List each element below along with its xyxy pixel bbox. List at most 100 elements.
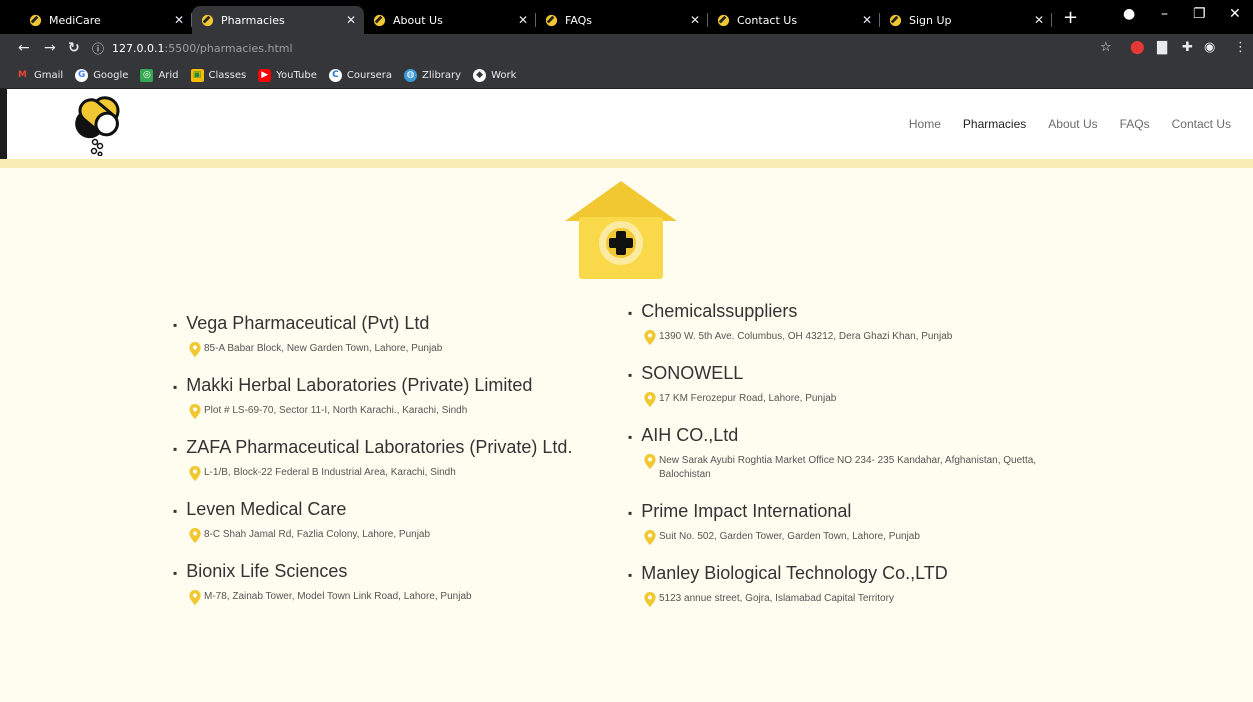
work-icon: ◆ <box>473 68 487 82</box>
nav-home[interactable]: Home <box>909 117 941 131</box>
back-icon[interactable]: ← <box>18 39 30 57</box>
menu-kebab-icon[interactable]: ⋮ <box>1234 40 1247 55</box>
nav-pharmacies[interactable]: Pharmacies <box>963 117 1026 131</box>
bookmark-arid[interactable]: ◎ Arid <box>140 68 179 82</box>
tab-close-icon[interactable]: ✕ <box>1034 13 1044 27</box>
profile-avatar-icon[interactable]: ◉ <box>1204 40 1215 55</box>
location-pin-icon <box>644 392 656 407</box>
pharmacy-address: 17 KM Ferozepur Road, Lahore, Punjab <box>659 393 837 404</box>
pharmacy-name: Chemicalssuppliers <box>641 301 798 321</box>
profile-dot-icon[interactable]: ● <box>1123 6 1135 22</box>
tab-close-icon[interactable]: ✕ <box>862 13 872 27</box>
pharmacy-address: New Sarak Ayubi Roghtia Market Office NO… <box>659 455 1037 480</box>
gmail-icon: M <box>18 70 27 80</box>
tab-label: FAQs <box>565 13 593 27</box>
bookmark-star-icon[interactable]: ☆ <box>1100 40 1112 55</box>
location-pin-icon <box>189 590 201 605</box>
list-item: ▪ SONOWELL 17 KM Ferozepur Road, Lahore, … <box>628 362 1108 424</box>
pharmacy-address: L-1/B, Block-22 Federal B Industrial Are… <box>204 467 456 478</box>
bookmark-label: Zlibrary <box>422 69 462 81</box>
list-item: ▪ Makki Herbal Laboratories (Private) Lim… <box>173 374 653 436</box>
minimize-icon[interactable]: – <box>1161 6 1168 22</box>
tab-contact-us[interactable]: Contact Us ✕ <box>708 6 880 34</box>
window-close-icon[interactable]: ✕ <box>1229 6 1241 22</box>
medicare-favicon-icon <box>716 13 730 27</box>
tab-close-icon[interactable]: ✕ <box>690 13 700 27</box>
pharmacy-name: Bionix Life Sciences <box>186 561 348 581</box>
tab-faqs[interactable]: FAQs ✕ <box>536 6 708 34</box>
list-item: ▪ Prime Impact International Suit No. 502… <box>628 500 1108 562</box>
list-item: ▪ Manley Biological Technology Co.,LTD 51… <box>628 562 1108 624</box>
tab-label: About Us <box>393 13 443 27</box>
location-pin-icon <box>189 404 201 419</box>
tab-close-icon[interactable]: ✕ <box>174 13 184 27</box>
zlibrary-icon: ◍ <box>404 68 418 82</box>
pharmacy-list-right: ▪ Chemicalssuppliers 1390 W. 5th Ave. Col… <box>628 300 1108 624</box>
arid-icon: ◎ <box>140 68 154 82</box>
list-item: ▪ ZAFA Pharmaceutical Laboratories (Priva… <box>173 436 653 498</box>
pharmacy-name: AIH CO.,Ltd <box>641 425 739 445</box>
pharmacy-name: Manley Biological Technology Co.,LTD <box>641 563 948 583</box>
medicare-logo-icon[interactable] <box>67 90 129 156</box>
tab-pharmacies[interactable]: Pharmacies ✕ <box>192 6 364 34</box>
nav-faqs[interactable]: FAQs <box>1120 117 1150 131</box>
address-bar[interactable]: ⓘ 127.0.0.1 :5500/pharmacies.html <box>92 37 1092 59</box>
new-tab-plus-icon[interactable]: + <box>1063 9 1078 27</box>
tab-sign-up[interactable]: Sign Up ✕ <box>880 6 1052 34</box>
bookmark-google[interactable]: G Google <box>75 68 128 82</box>
classroom-icon: ▣ <box>190 68 204 82</box>
forward-icon[interactable]: → <box>44 39 56 57</box>
tab-close-icon[interactable]: ✕ <box>518 13 528 27</box>
tab-label: Sign Up <box>909 13 952 27</box>
pharmacy-name: ZAFA Pharmaceutical Laboratories (Privat… <box>186 437 573 457</box>
pharmacy-address: M-78, Zainab Tower, Model Town Link Road… <box>204 591 472 602</box>
pharmacy-address: Suit No. 502, Garden Tower, Garden Town,… <box>659 531 920 542</box>
location-pin-icon <box>644 330 656 345</box>
coursera-icon: C <box>328 68 342 82</box>
nav-about-us[interactable]: About Us <box>1048 117 1097 131</box>
site-header: Home Pharmacies About Us FAQs Contact Us <box>0 89 1253 159</box>
google-icon: G <box>75 68 89 82</box>
youtube-icon: ▶ <box>258 68 272 82</box>
site-info-icon[interactable]: ⓘ <box>92 40 104 57</box>
medicare-favicon-icon <box>28 13 42 27</box>
restore-icon[interactable]: ❐ <box>1193 6 1206 22</box>
bookmark-coursera[interactable]: C Coursera <box>328 68 393 82</box>
bookmark-label: Work <box>491 69 517 81</box>
bookmark-youtube[interactable]: ▶ YouTube <box>258 68 317 82</box>
location-pin-icon <box>644 592 656 607</box>
pharmacy-address: 1390 W. 5th Ave. Columbus, OH 43212, Der… <box>659 331 953 342</box>
tab-medicare[interactable]: MediCare ✕ <box>20 6 192 34</box>
list-item: ▪ Bionix Life Sciences M-78, Zainab Tower… <box>173 560 653 622</box>
location-pin-icon <box>644 454 656 469</box>
reload-icon[interactable]: ↻ <box>68 39 80 57</box>
pharmacy-address: 8-C Shah Jamal Rd, Fazlia Colony, Lahore… <box>204 529 431 540</box>
bookmark-classes[interactable]: ▣ Classes <box>190 68 247 82</box>
url-path: :5500/pharmacies.html <box>164 41 293 55</box>
location-pin-icon <box>189 528 201 543</box>
bookmark-label: Classes <box>208 69 247 81</box>
tab-label: Contact Us <box>737 13 798 27</box>
tab-label: Pharmacies <box>221 13 285 27</box>
tab-about-us[interactable]: About Us ✕ <box>364 6 536 34</box>
tab-close-icon[interactable]: ✕ <box>346 13 356 27</box>
header-accent-band <box>0 159 1253 168</box>
bookmark-label: Arid <box>158 69 179 81</box>
list-item: ▪ Vega Pharmaceutical (Pvt) Ltd 85-A Baba… <box>173 312 653 374</box>
medicare-favicon-icon <box>888 13 902 27</box>
bookmark-zlibrary[interactable]: ◍ Zlibrary <box>404 68 462 82</box>
bookmark-gmail[interactable]: M Gmail <box>16 69 63 82</box>
bookmark-work[interactable]: ◆ Work <box>473 68 517 82</box>
extension-adblock-icon[interactable]: ⬤ <box>1130 40 1145 55</box>
extension-doc-icon[interactable]: ▇ <box>1157 40 1167 55</box>
extensions-puzzle-icon[interactable]: ✚ <box>1182 40 1193 55</box>
nav-contact-us[interactable]: Contact Us <box>1172 117 1231 131</box>
medicare-favicon-icon <box>544 13 558 27</box>
pharmacy-name: SONOWELL <box>641 363 744 383</box>
medicare-favicon-icon <box>372 13 386 27</box>
main-nav: Home Pharmacies About Us FAQs Contact Us <box>909 89 1253 159</box>
bookmarks-bar: M Gmail G Google ◎ Arid ▣ Classes ▶ YouT… <box>0 62 1253 89</box>
browser-tab-strip: MediCare ✕ Pharmacies ✕ About Us ✕ FAQs … <box>0 0 1253 34</box>
list-item: ▪ Leven Medical Care 8-C Shah Jamal Rd, F… <box>173 498 653 560</box>
bookmark-label: Coursera <box>346 69 393 81</box>
